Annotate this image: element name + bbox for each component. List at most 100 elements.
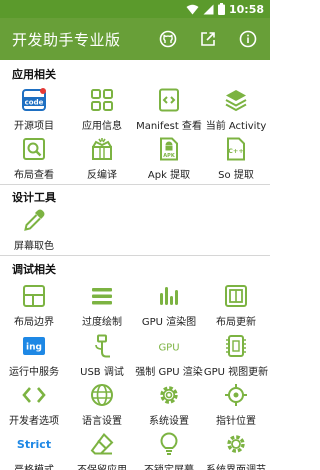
tile-language[interactable]: 语言设置	[68, 383, 136, 429]
running-services-icon: ing	[23, 337, 45, 355]
gpu-view-update-icon	[226, 335, 246, 357]
tile-label: GPU 渲染图	[141, 317, 197, 328]
tile-decompile[interactable]: 反编译	[68, 137, 136, 183]
tile-label: 应用信息	[82, 121, 122, 132]
tile-layout-inspect[interactable]: 布局查看	[0, 137, 68, 183]
pointer-location-icon	[225, 384, 247, 406]
tile-open-source[interactable]: code 开源项目	[0, 88, 68, 134]
tile-stay-awake[interactable]: 不锁定屏幕	[135, 432, 203, 470]
code-icon: code	[22, 88, 46, 111]
tile-system-ui-tuner[interactable]: 系统界面调节	[202, 432, 270, 470]
tile-force-gpu[interactable]: GPU 强制 GPU 渲染	[135, 334, 203, 380]
tile-current-activity[interactable]: 当前 Activity	[202, 88, 270, 134]
share-button[interactable]	[198, 29, 218, 49]
wifi-icon	[186, 4, 199, 15]
grid-icon	[91, 89, 113, 111]
main-content: 应用相关 code 开源项目 应用信息 Manifest 查看 当前 Activ…	[0, 60, 270, 470]
tile-label: USB 调试	[80, 367, 124, 378]
tile-label: 不锁定屏幕	[131, 461, 207, 470]
github-button[interactable]	[158, 29, 178, 49]
tile-label: 当前 Activity	[205, 121, 267, 132]
bulb-icon	[160, 432, 178, 455]
language-icon	[91, 384, 113, 406]
tile-layout-bounds[interactable]: 布局边界	[0, 284, 68, 330]
apk-file-text: APK	[163, 153, 176, 159]
code-badge-text: code	[25, 99, 44, 107]
section-divider	[0, 184, 270, 185]
tile-label: So 提取	[218, 170, 254, 181]
system-settings-icon	[160, 386, 178, 404]
so-file-text: C++	[228, 147, 244, 155]
tile-manifest[interactable]: Manifest 查看	[135, 88, 203, 134]
tile-label: GPU 视图更新	[203, 367, 269, 378]
tile-label: 屏幕取色	[14, 241, 54, 252]
status-bar: 10:58	[0, 0, 270, 18]
running-services-text: ing	[26, 343, 42, 353]
tile-label: 运行中服务	[9, 367, 59, 378]
tile-running-services[interactable]: ing 运行中服务	[0, 334, 68, 380]
system-ui-tuner-icon	[227, 435, 245, 453]
tile-developer-options[interactable]: 开发者选项	[0, 383, 68, 429]
tile-label: 布局更新	[216, 317, 256, 328]
info-button[interactable]	[238, 29, 258, 49]
tile-label: Apk 提取	[147, 170, 191, 181]
gpu-bars-icon	[160, 287, 178, 305]
tile-label: 反编译	[87, 170, 117, 181]
section-divider	[0, 255, 270, 256]
layout-update-icon	[225, 285, 247, 307]
tile-usb-debug[interactable]: USB 调试	[68, 334, 136, 380]
tile-gpu-render[interactable]: GPU 渲染图	[135, 284, 203, 330]
tile-layout-update[interactable]: 布局更新	[202, 284, 270, 330]
info-icon	[239, 30, 257, 48]
layers-icon	[225, 90, 247, 112]
section-title-app: 应用相关	[12, 68, 56, 81]
tile-gpu-view-update[interactable]: GPU 视图更新	[202, 334, 270, 380]
app-bar: 开发助手专业版	[0, 18, 270, 60]
tile-system-settings[interactable]: 系统设置	[135, 383, 203, 429]
tile-strict-mode[interactable]: Strict 严格模式	[0, 432, 68, 470]
tile-label: 指针位置	[216, 416, 256, 427]
eyedropper-icon	[24, 209, 45, 231]
developer-options-icon	[22, 387, 46, 403]
layout-bounds-icon	[23, 285, 45, 307]
strict-mode-text: Strict	[17, 438, 51, 451]
tile-label: 布局查看	[14, 170, 54, 181]
usb-icon	[95, 334, 110, 358]
apk-file-icon: APK	[160, 137, 178, 161]
tile-label: 开源项目	[14, 121, 54, 132]
status-icons: 10:58	[186, 2, 264, 16]
signal-icon	[203, 4, 214, 15]
tile-label: 布局边界	[14, 317, 54, 328]
section-title-design: 设计工具	[12, 191, 56, 204]
tile-label: Manifest 查看	[136, 121, 202, 132]
tile-label: 语言设置	[82, 416, 122, 427]
tile-dont-keep-activities[interactable]: 不保留应用	[68, 432, 136, 470]
manifest-icon	[159, 88, 179, 112]
tile-label: 严格模式	[0, 461, 72, 470]
battery-icon	[217, 3, 225, 15]
tile-color-picker[interactable]: 屏幕取色	[0, 208, 68, 254]
share-icon	[201, 32, 215, 46]
tile-label: 开发者选项	[9, 416, 59, 427]
so-file-icon: C++	[227, 137, 245, 161]
app-title: 开发助手专业版	[12, 31, 121, 49]
overdraw-icon	[92, 288, 112, 305]
tile-label: 系统界面调节	[198, 461, 270, 470]
eraser-icon	[90, 432, 114, 455]
section-title-debug: 调试相关	[12, 263, 56, 276]
strict-mode-icon: Strict	[17, 438, 51, 451]
tile-overdraw[interactable]: 过度绘制	[68, 284, 136, 330]
layout-inspect-icon	[23, 138, 45, 160]
status-time: 10:58	[228, 2, 264, 16]
github-icon	[159, 30, 177, 48]
tile-label: 系统设置	[149, 416, 189, 427]
force-gpu-icon: GPU	[158, 343, 179, 354]
tile-pointer-location[interactable]: 指针位置	[202, 383, 270, 429]
tile-app-info[interactable]: 应用信息	[68, 88, 136, 134]
tile-label: 过度绘制	[82, 317, 122, 328]
tile-apk-extract[interactable]: APK Apk 提取	[135, 137, 203, 183]
tile-so-extract[interactable]: C++ So 提取	[202, 137, 270, 183]
tile-label: 不保留应用	[64, 461, 140, 470]
decompile-box-icon	[92, 138, 112, 160]
tile-label: 强制 GPU 渲染	[135, 367, 203, 378]
